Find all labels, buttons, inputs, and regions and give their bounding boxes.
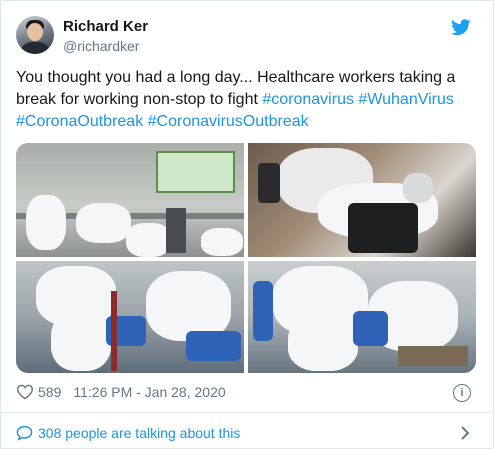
hashtag-wuhanvirus[interactable]: #WuhanVirus bbox=[358, 91, 453, 108]
talking-text: 308 people are talking about this bbox=[38, 425, 241, 441]
hashtag-coronavirusoutbreak[interactable]: #CoronavirusOutbreak bbox=[148, 113, 309, 130]
avatar[interactable] bbox=[16, 16, 54, 54]
photo-4[interactable] bbox=[248, 261, 476, 373]
hashtag-coronavirus[interactable]: #coronavirus bbox=[262, 91, 354, 108]
author-name[interactable]: Richard Ker bbox=[63, 18, 148, 35]
like-count[interactable]: 589 bbox=[38, 384, 61, 400]
divider bbox=[1, 412, 494, 413]
photo-1[interactable] bbox=[16, 143, 244, 257]
twitter-bird-icon[interactable] bbox=[451, 19, 471, 36]
photo-2[interactable] bbox=[248, 143, 476, 257]
hashtag-coronaoutbreak[interactable]: #CoronaOutbreak bbox=[16, 113, 143, 130]
tweet-text: You thought you had a long day... Health… bbox=[16, 67, 476, 133]
conversation-link[interactable]: 308 people are talking about this bbox=[16, 425, 240, 441]
author-handle[interactable]: @richardker bbox=[63, 38, 139, 54]
timestamp[interactable]: 11:26 PM - Jan 28, 2020 bbox=[73, 384, 225, 400]
tweet-card: Richard Ker @richardker You thought you … bbox=[0, 0, 494, 449]
photo-grid bbox=[16, 143, 476, 373]
info-icon[interactable]: i bbox=[453, 384, 471, 402]
heart-icon[interactable] bbox=[16, 384, 34, 400]
tweet-meta: 589 11:26 PM - Jan 28, 2020 bbox=[16, 384, 226, 400]
speech-bubble-icon bbox=[16, 425, 33, 441]
photo-3[interactable] bbox=[16, 261, 244, 373]
chevron-right-icon[interactable] bbox=[459, 425, 471, 441]
